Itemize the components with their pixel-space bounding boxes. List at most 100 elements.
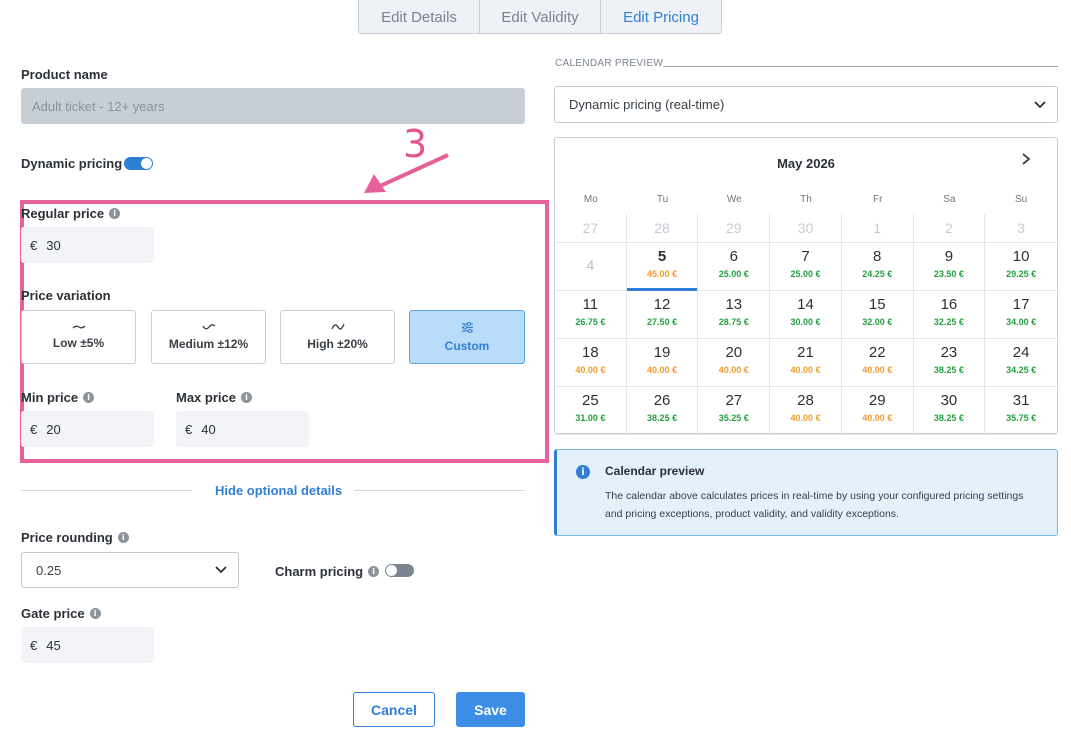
calendar-day[interactable]: 26 38.25 € [626,387,699,435]
calendar-day[interactable]: 16 32.25 € [913,291,986,339]
info-icon[interactable]: i [89,608,101,619]
regular-price-label: Regular price i [21,206,121,221]
day-number: 30 [797,220,814,236]
info-icon[interactable]: i [117,532,129,543]
day-price: 38.25 € [933,365,964,375]
max-price-value: 40 [201,421,216,437]
info-icon[interactable]: i [368,566,380,577]
day-number: 22 [868,344,886,361]
day-number: 28 [654,220,670,236]
charm-pricing-label: Charm pricing i [275,564,380,579]
calendar-day-today[interactable]: 5 45.00 € [626,243,699,291]
calendar-day[interactable]: 21 40.00 € [770,339,842,387]
calendar-day[interactable]: 30 38.25 € [913,387,986,435]
calendar-grid: Mo Tu We Th Fr Sa Su 27 28 29 30 1 2 3 4… [555,194,1057,435]
weekday-label: Th [800,194,812,205]
regular-price-input[interactable]: €30 [21,227,154,263]
calendar-day[interactable]: 20 40.00 € [698,339,771,387]
calendar-day[interactable]: 29 40.00 € [841,387,914,435]
max-price-input[interactable]: €40 [176,411,309,447]
min-price-value: 20 [46,421,61,437]
calendar-day[interactable]: 24 34.25 € [985,339,1057,387]
calendar-day[interactable]: 13 28.75 € [698,291,771,339]
day-price: 38.25 € [647,413,678,423]
weekday-label: Tu [656,194,669,205]
calendar-day[interactable]: 11 26.75 € [555,291,627,339]
price-variation-label: Price variation [21,288,111,303]
calendar-week-row: 25 31.00 € 26 38.25 € 27 35.25 € 28 40.00 € 29 40… [555,387,1057,435]
tab-edit-validity[interactable]: Edit Validity [480,0,601,33]
day-number: 18 [582,344,599,361]
min-price-input[interactable]: €20 [21,411,154,447]
calendar-day[interactable]: 23 38.25 € [913,339,986,387]
calendar-day-outside: 28 [626,214,699,243]
weekday-label: Sa [943,194,956,205]
calendar-day[interactable]: 27 35.25 € [698,387,771,435]
save-button[interactable]: Save [456,692,525,727]
day-number: 25 [582,392,599,409]
cancel-button[interactable]: Cancel [353,692,435,727]
gate-price-input[interactable]: €45 [21,627,154,663]
day-price: 35.25 € [718,413,749,423]
calendar-preview-heading: CALENDAR PREVIEW [555,58,664,69]
calendar-day[interactable]: 7 25.00 € [770,243,842,291]
calendar-day-outside: 30 [770,214,842,243]
calendar-day[interactable]: 19 40.00 € [626,339,699,387]
pricing-mode-select[interactable]: Dynamic pricing (real-time) [554,86,1058,123]
variation-medium-button[interactable]: Medium ±12% [151,310,266,364]
info-icon[interactable]: i [83,392,95,403]
day-number: 29 [868,392,886,409]
calendar-day-outside: 3 [985,214,1057,243]
variation-high-button[interactable]: High ±20% [280,310,395,364]
calendar-day[interactable]: 9 23.50 € [913,243,986,291]
variation-low-button[interactable]: Low ±5% [21,310,136,364]
charm-pricing-toggle[interactable] [385,564,414,577]
day-number: 20 [725,344,743,361]
day-number: 16 [940,296,958,313]
day-number: 9 [944,248,954,265]
calendar-preview-info: i Calendar preview The calendar above ca… [554,449,1058,536]
day-price: 34.25 € [1006,365,1037,375]
calendar-day[interactable]: 8 24.25 € [841,243,914,291]
day-price: 25.00 € [718,269,749,279]
calendar-day[interactable]: 17 34.00 € [985,291,1057,339]
min-price-label: Min price i [21,390,95,405]
price-rounding-select[interactable]: 0.25 [21,552,239,588]
day-number: 17 [1012,296,1030,313]
calendar-day[interactable]: 25 31.00 € [555,387,627,435]
tab-edit-pricing[interactable]: Edit Pricing [601,0,721,33]
calendar-day[interactable]: 22 40.00 € [841,339,914,387]
toggle-knob [141,158,152,169]
tab-edit-details[interactable]: Edit Details [359,0,480,33]
weekday-label: Su [1015,194,1028,205]
day-number: 24 [1012,344,1030,361]
day-price: 28.75 € [718,317,749,327]
calendar-day[interactable]: 18 40.00 € [555,339,627,387]
variation-custom-button[interactable]: Custom [409,310,525,364]
info-icon[interactable]: i [240,392,252,403]
chevron-right-icon[interactable] [1019,152,1033,166]
calendar-day-outside: 1 [841,214,914,243]
day-number: 7 [801,248,810,265]
calendar-day[interactable]: 10 29.25 € [985,243,1057,291]
calendar-day[interactable]: 28 40.00 € [770,387,842,435]
dynamic-pricing-toggle[interactable] [124,157,153,170]
day-price: 27.50 € [647,317,678,327]
day-number: 26 [653,392,671,409]
day-price: 40.00 € [575,365,606,375]
day-price: 26.75 € [575,317,606,327]
day-price: 23.50 € [933,269,964,279]
info-icon[interactable]: i [109,208,121,219]
calendar-day[interactable]: 6 25.00 € [698,243,771,291]
hide-optional-details-link[interactable]: Hide optional details [215,483,342,498]
calendar-day[interactable]: 15 32.00 € [841,291,914,339]
annotation-arrow-icon [364,153,449,193]
dynamic-pricing-label: Dynamic pricing [21,156,123,171]
calendar-day[interactable]: 14 30.00 € [770,291,842,339]
variation-low-label: Low ±5% [52,336,105,350]
day-number: 12 [653,296,671,313]
calendar-day[interactable]: 31 35.75 € [985,387,1057,435]
calendar-day[interactable]: 12 27.50 € [626,291,699,339]
day-number: 27 [582,220,599,236]
gate-price-value: 45 [46,637,61,653]
